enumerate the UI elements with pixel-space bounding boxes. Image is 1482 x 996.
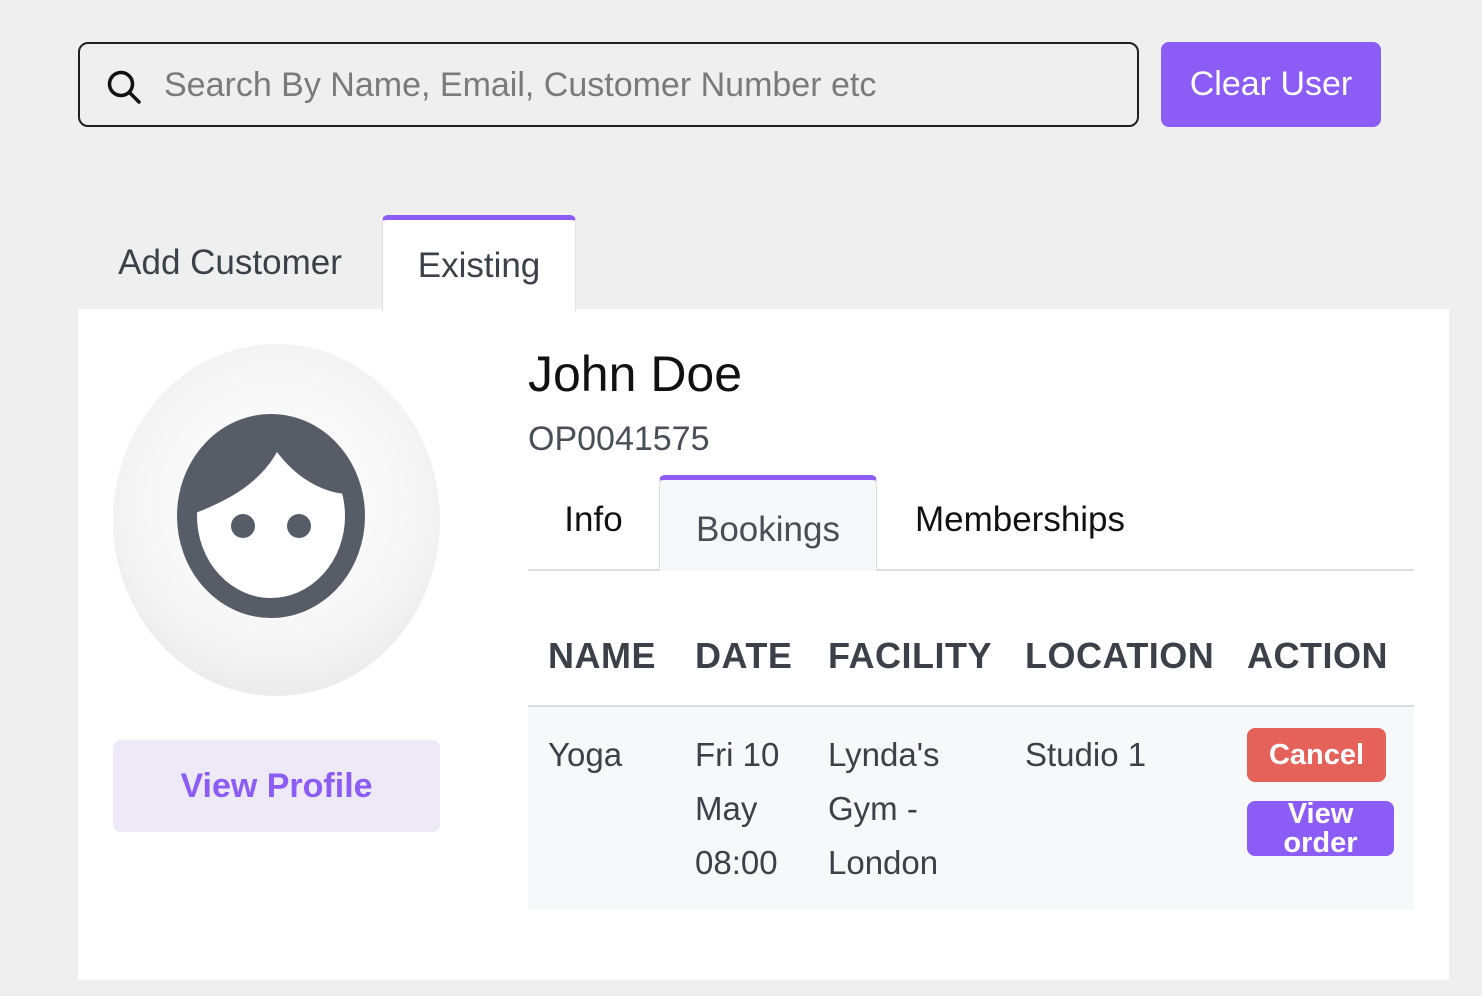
customer-lookup-screen: Clear User Add Customer Existing View Pr…	[0, 0, 1482, 996]
tab-existing[interactable]: Existing	[382, 215, 576, 311]
tab-memberships[interactable]: Memberships	[877, 480, 1163, 560]
avatar	[113, 344, 440, 696]
column-header-location: LOCATION	[1025, 635, 1215, 676]
customer-name: John Doe	[528, 346, 743, 402]
column-header-date: DATE	[695, 635, 793, 676]
view-order-button[interactable]: View order	[1247, 801, 1394, 856]
tab-add-customer[interactable]: Add Customer	[78, 216, 382, 310]
customer-number: OP0041575	[528, 420, 710, 458]
booking-facility-cell: Lynda's Gym - London	[828, 736, 940, 881]
tab-bookings[interactable]: Bookings	[659, 475, 877, 571]
search-icon	[107, 70, 141, 104]
clear-user-button[interactable]: Clear User	[1161, 42, 1381, 127]
cancel-booking-button[interactable]: Cancel	[1247, 728, 1386, 782]
column-header-facility: FACILITY	[828, 635, 992, 676]
booking-date-cell: Fri 10 May 08:00	[695, 736, 780, 881]
user-face-icon	[177, 414, 365, 618]
search-input[interactable]	[164, 54, 1124, 116]
tab-info[interactable]: Info	[528, 480, 659, 560]
view-profile-button[interactable]: View Profile	[113, 740, 440, 832]
booking-location-cell: Studio 1	[1025, 736, 1147, 773]
column-header-name: NAME	[548, 635, 656, 676]
search-box[interactable]	[78, 42, 1139, 127]
booking-name-cell: Yoga	[548, 736, 623, 773]
column-header-action: ACTION	[1247, 635, 1388, 676]
